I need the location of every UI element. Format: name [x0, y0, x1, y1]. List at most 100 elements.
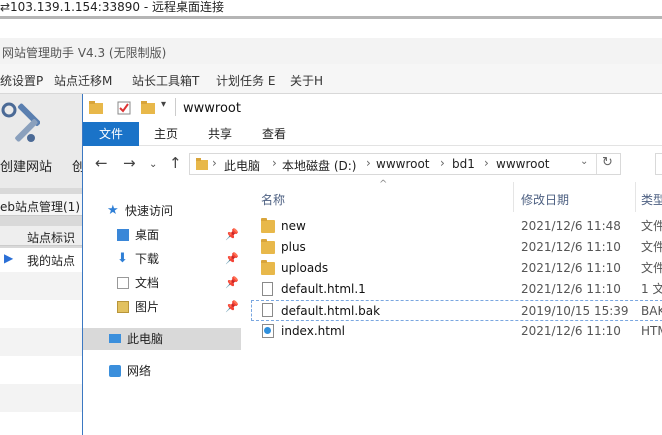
site-panel-header: eb站点管理(1)	[0, 194, 82, 216]
breadcrumb-bd1[interactable]: bd1	[452, 157, 475, 171]
nav-desktop[interactable]: 桌面 📌	[83, 224, 241, 246]
file-row[interactable]: new 2021/12/6 11:48 文件	[251, 216, 662, 237]
menu-site-migration[interactable]: 站点迁移M	[54, 72, 112, 89]
nav-pictures[interactable]: 图片 📌	[83, 296, 241, 318]
site-row-empty	[0, 272, 82, 300]
bg-titlebar	[0, 16, 662, 38]
file-row[interactable]: uploads 2021/12/6 11:10 文件	[251, 258, 662, 279]
folder-icon	[261, 239, 275, 254]
file-name: plus	[281, 240, 306, 254]
nav-label: 图片	[135, 300, 160, 314]
pictures-icon	[117, 301, 129, 313]
column-name[interactable]: 名称	[261, 191, 285, 208]
file-row[interactable]: default.html.1 2021/12/6 11:10 1 文	[251, 279, 662, 300]
desktop-icon	[117, 229, 129, 241]
pin-icon[interactable]: 📌	[225, 248, 239, 270]
file-name: uploads	[281, 261, 329, 275]
file-name: default.html.1	[281, 282, 366, 296]
refresh-icon[interactable]: ↻	[602, 155, 613, 170]
site-row-empty	[0, 412, 82, 435]
nav-label: 网络	[127, 364, 152, 378]
navigation-pane: ★ 快速访问 桌面 📌 ⬇ 下载 📌 文档 📌 图片 📌 此电脑 网络	[83, 182, 241, 435]
tab-file[interactable]: 文件	[83, 122, 139, 146]
tab-home[interactable]: 主页	[139, 122, 193, 146]
properties-icon[interactable]	[117, 101, 131, 115]
nav-network[interactable]: 网络	[83, 360, 241, 382]
menu-scheduled-tasks[interactable]: 计划任务 E	[216, 72, 275, 89]
file-name: new	[281, 219, 306, 233]
file-type: 文件	[641, 240, 662, 254]
file-row[interactable]: default.html.bak 2019/10/15 15:39 BAK	[251, 300, 662, 321]
file-row[interactable]: plus 2021/12/6 11:10 文件	[251, 237, 662, 258]
file-explorer-window: ▾ wwwroot 文件 主页 共享 查看 ← → ⌄ ↑ › 此电脑 › 本地…	[82, 94, 662, 435]
document-icon	[117, 277, 129, 289]
bg-app-title: 网站管理助手 V4.3 (无限制版)	[2, 46, 167, 60]
remote-desktop-icon: ⇄	[0, 0, 11, 14]
file-icon	[262, 303, 273, 317]
row-arrow-icon: ▶	[4, 251, 14, 265]
address-dropdown-icon[interactable]: ⌄	[580, 156, 588, 167]
nav-this-pc[interactable]: 此电脑	[83, 328, 241, 350]
download-icon: ⬇	[117, 251, 128, 266]
nav-documents[interactable]: 文档 📌	[83, 272, 241, 294]
search-input[interactable]	[655, 153, 662, 175]
nav-downloads[interactable]: ⬇ 下载 📌	[83, 248, 241, 270]
create-site-button[interactable]: 创建网站	[0, 156, 52, 175]
menu-webmaster-tools[interactable]: 站长工具箱T	[132, 72, 199, 89]
site-panel-title: eb站点管理(1)	[0, 200, 80, 214]
file-icon	[262, 282, 273, 296]
forward-arrow-icon[interactable]: →	[123, 155, 136, 171]
site-row-label: 我的站点	[27, 254, 76, 268]
menu-system-settings[interactable]: 统设置P	[0, 72, 43, 89]
new-folder-icon[interactable]	[141, 101, 155, 114]
nav-label: 桌面	[135, 228, 160, 242]
breadcrumb-separator-icon[interactable]: ›	[272, 156, 277, 170]
menu-about[interactable]: 关于H	[290, 72, 323, 89]
back-arrow-icon[interactable]: ←	[95, 155, 108, 171]
nav-label: 文档	[135, 276, 160, 290]
tools-icon[interactable]	[0, 100, 40, 148]
breadcrumb-wwwroot-current[interactable]: wwwroot	[496, 157, 550, 171]
nav-quick-access[interactable]: ★ 快速访问	[83, 200, 241, 222]
breadcrumb-separator-icon[interactable]: ›	[440, 156, 445, 170]
file-date: 2021/12/6 11:10	[521, 261, 621, 275]
sort-arrow-icon: ^	[379, 179, 388, 190]
bg-menubar: 统设置P 站点迁移M 站长工具箱T 计划任务 E 关于H	[0, 64, 662, 94]
file-name: default.html.bak	[281, 304, 381, 318]
star-icon: ★	[107, 203, 119, 218]
folder-icon	[196, 158, 208, 170]
breadcrumb-separator-icon[interactable]: ›	[366, 156, 371, 170]
column-divider[interactable]	[513, 182, 514, 212]
tab-share[interactable]: 共享	[193, 122, 247, 146]
customize-quick-access-icon[interactable]: ▾	[161, 99, 166, 110]
pin-icon[interactable]: 📌	[225, 224, 239, 246]
breadcrumb-wwwroot[interactable]: wwwroot	[376, 157, 430, 171]
breadcrumb-separator-icon[interactable]: ›	[484, 156, 489, 170]
site-id-column: 站点标识	[27, 231, 76, 245]
tab-view[interactable]: 查看	[247, 122, 301, 146]
site-row[interactable]: ▶ 我的站点	[0, 248, 82, 272]
up-arrow-icon[interactable]: ↑	[169, 155, 182, 171]
file-date: 2021/12/6 11:10	[521, 240, 621, 254]
recent-locations-icon[interactable]: ⌄	[149, 157, 157, 173]
column-divider[interactable]	[635, 182, 636, 212]
nav-label: 此电脑	[127, 332, 164, 346]
breadcrumb-local-disk[interactable]: 本地磁盘 (D:)	[282, 157, 356, 174]
column-date[interactable]: 修改日期	[521, 191, 569, 208]
breadcrumb-separator-icon[interactable]: ›	[212, 156, 217, 170]
nav-label: 下载	[135, 252, 160, 266]
file-row[interactable]: index.html 2021/12/6 11:10 HTM	[251, 321, 662, 342]
breadcrumb-this-pc[interactable]: 此电脑	[224, 157, 260, 174]
nav-label: 快速访问	[125, 204, 174, 218]
file-type: HTM	[641, 324, 662, 338]
folder-icon	[89, 101, 103, 114]
site-row-empty	[0, 384, 82, 412]
pin-icon[interactable]: 📌	[225, 296, 239, 318]
site-row-empty	[0, 328, 82, 356]
file-type: 文件	[641, 261, 662, 275]
address-bar[interactable]: › 此电脑 › 本地磁盘 (D:) › wwwroot › bd1 › wwwr…	[189, 153, 621, 175]
html-file-icon	[262, 324, 274, 338]
pin-icon[interactable]: 📌	[225, 272, 239, 294]
column-type[interactable]: 类型	[641, 191, 662, 208]
file-type: BAK	[641, 304, 662, 318]
